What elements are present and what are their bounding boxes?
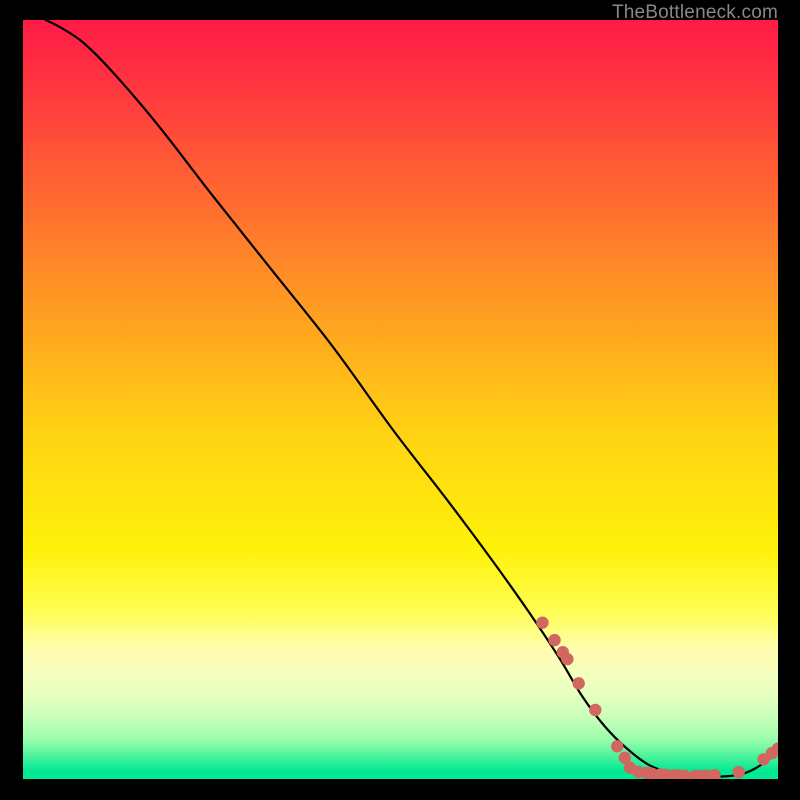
- data-marker: [766, 747, 778, 759]
- data-marker: [668, 769, 680, 779]
- data-marker: [640, 767, 652, 779]
- data-marker: [619, 752, 631, 764]
- data-marker: [589, 704, 601, 716]
- data-marker: [678, 770, 690, 779]
- data-marker: [632, 766, 644, 778]
- data-marker: [733, 766, 745, 778]
- data-marker: [700, 770, 712, 779]
- data-marker: [624, 761, 636, 773]
- data-marker: [689, 770, 701, 779]
- chart-overlay: [23, 20, 778, 779]
- data-marker: [757, 753, 769, 765]
- data-marker: [654, 768, 666, 779]
- data-marker: [548, 634, 560, 646]
- data-marker: [694, 770, 706, 779]
- data-marker: [561, 653, 573, 665]
- data-marker: [659, 769, 671, 779]
- data-marker: [611, 740, 623, 752]
- data-marker: [708, 769, 720, 779]
- data-marker: [572, 677, 584, 689]
- chart-root: TheBottleneck.com: [0, 0, 800, 800]
- data-marker: [536, 616, 548, 628]
- data-marker: [557, 646, 569, 658]
- data-marker: [646, 767, 658, 779]
- marker-layer: [536, 616, 778, 779]
- plot-area: [23, 20, 778, 779]
- data-marker: [772, 742, 778, 754]
- data-marker: [673, 769, 685, 779]
- bottleneck-curve: [46, 20, 778, 777]
